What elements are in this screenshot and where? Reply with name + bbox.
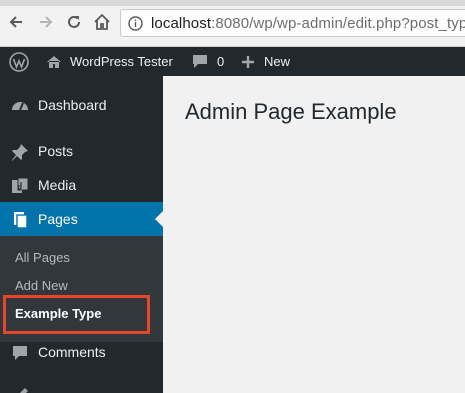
browser-toolbar: localhost:8080/wp/wp-admin/edit.php?post… <box>0 0 465 47</box>
pages-icon <box>10 210 30 230</box>
url-path: :8080/wp/wp-admin/edit.php?post_typ <box>211 15 465 32</box>
info-icon[interactable] <box>128 16 143 31</box>
site-name-link[interactable]: WordPress Tester <box>46 47 173 76</box>
url-text: localhost:8080/wp/wp-admin/edit.php?post… <box>151 15 465 32</box>
brush-icon <box>10 386 30 393</box>
admin-sidebar: Dashboard Posts Media Pages All Pages Ad… <box>0 76 163 393</box>
comments-count: 0 <box>217 54 225 69</box>
menu-label-pages: Pages <box>38 211 78 227</box>
admin-bar: WordPress Tester 0 New <box>0 47 465 76</box>
current-menu-arrow <box>155 211 163 227</box>
menu-item-posts[interactable]: Posts <box>0 134 163 168</box>
comment-icon <box>10 343 30 363</box>
menu-label-comments: Comments <box>38 344 106 360</box>
site-name-label: WordPress Tester <box>70 54 173 69</box>
url-host: localhost <box>151 15 212 32</box>
dashboard-icon <box>10 96 30 116</box>
media-icon <box>10 176 30 196</box>
new-label: New <box>264 54 291 69</box>
plus-icon <box>241 55 255 69</box>
forward-icon[interactable] <box>36 12 56 32</box>
address-bar[interactable]: localhost:8080/wp/wp-admin/edit.php?post… <box>120 9 465 37</box>
reload-icon[interactable] <box>64 12 84 32</box>
home-icon[interactable] <box>92 12 112 32</box>
menu-item-media[interactable]: Media <box>0 168 163 202</box>
menu-item-pages[interactable]: Pages <box>0 202 163 236</box>
browser-tabstrip <box>0 0 465 6</box>
comment-bubble-icon <box>192 54 208 69</box>
menu-item-comments[interactable]: Comments <box>0 335 163 369</box>
submenu-add-new[interactable]: Add New <box>15 278 68 293</box>
submenu-all-pages[interactable]: All Pages <box>15 250 70 265</box>
page-title: Admin Page Example <box>185 99 397 124</box>
menu-item-dashboard[interactable]: Dashboard <box>0 88 163 122</box>
annotation-highlight-box <box>3 295 150 334</box>
menu-item-appearance[interactable] <box>0 378 163 393</box>
screen: localhost:8080/wp/wp-admin/edit.php?post… <box>0 0 465 393</box>
new-content-link[interactable]: New <box>241 47 290 76</box>
menu-label-posts: Posts <box>38 143 74 159</box>
main-content: Admin Page Example <box>163 76 465 393</box>
pin-icon <box>10 142 30 162</box>
menu-label-media: Media <box>38 177 77 193</box>
back-icon[interactable] <box>6 12 26 32</box>
wordpress-logo-icon[interactable] <box>9 47 29 76</box>
comments-link[interactable]: 0 <box>192 47 224 76</box>
menu-label-dashboard: Dashboard <box>38 97 107 113</box>
site-home-icon <box>46 55 62 69</box>
